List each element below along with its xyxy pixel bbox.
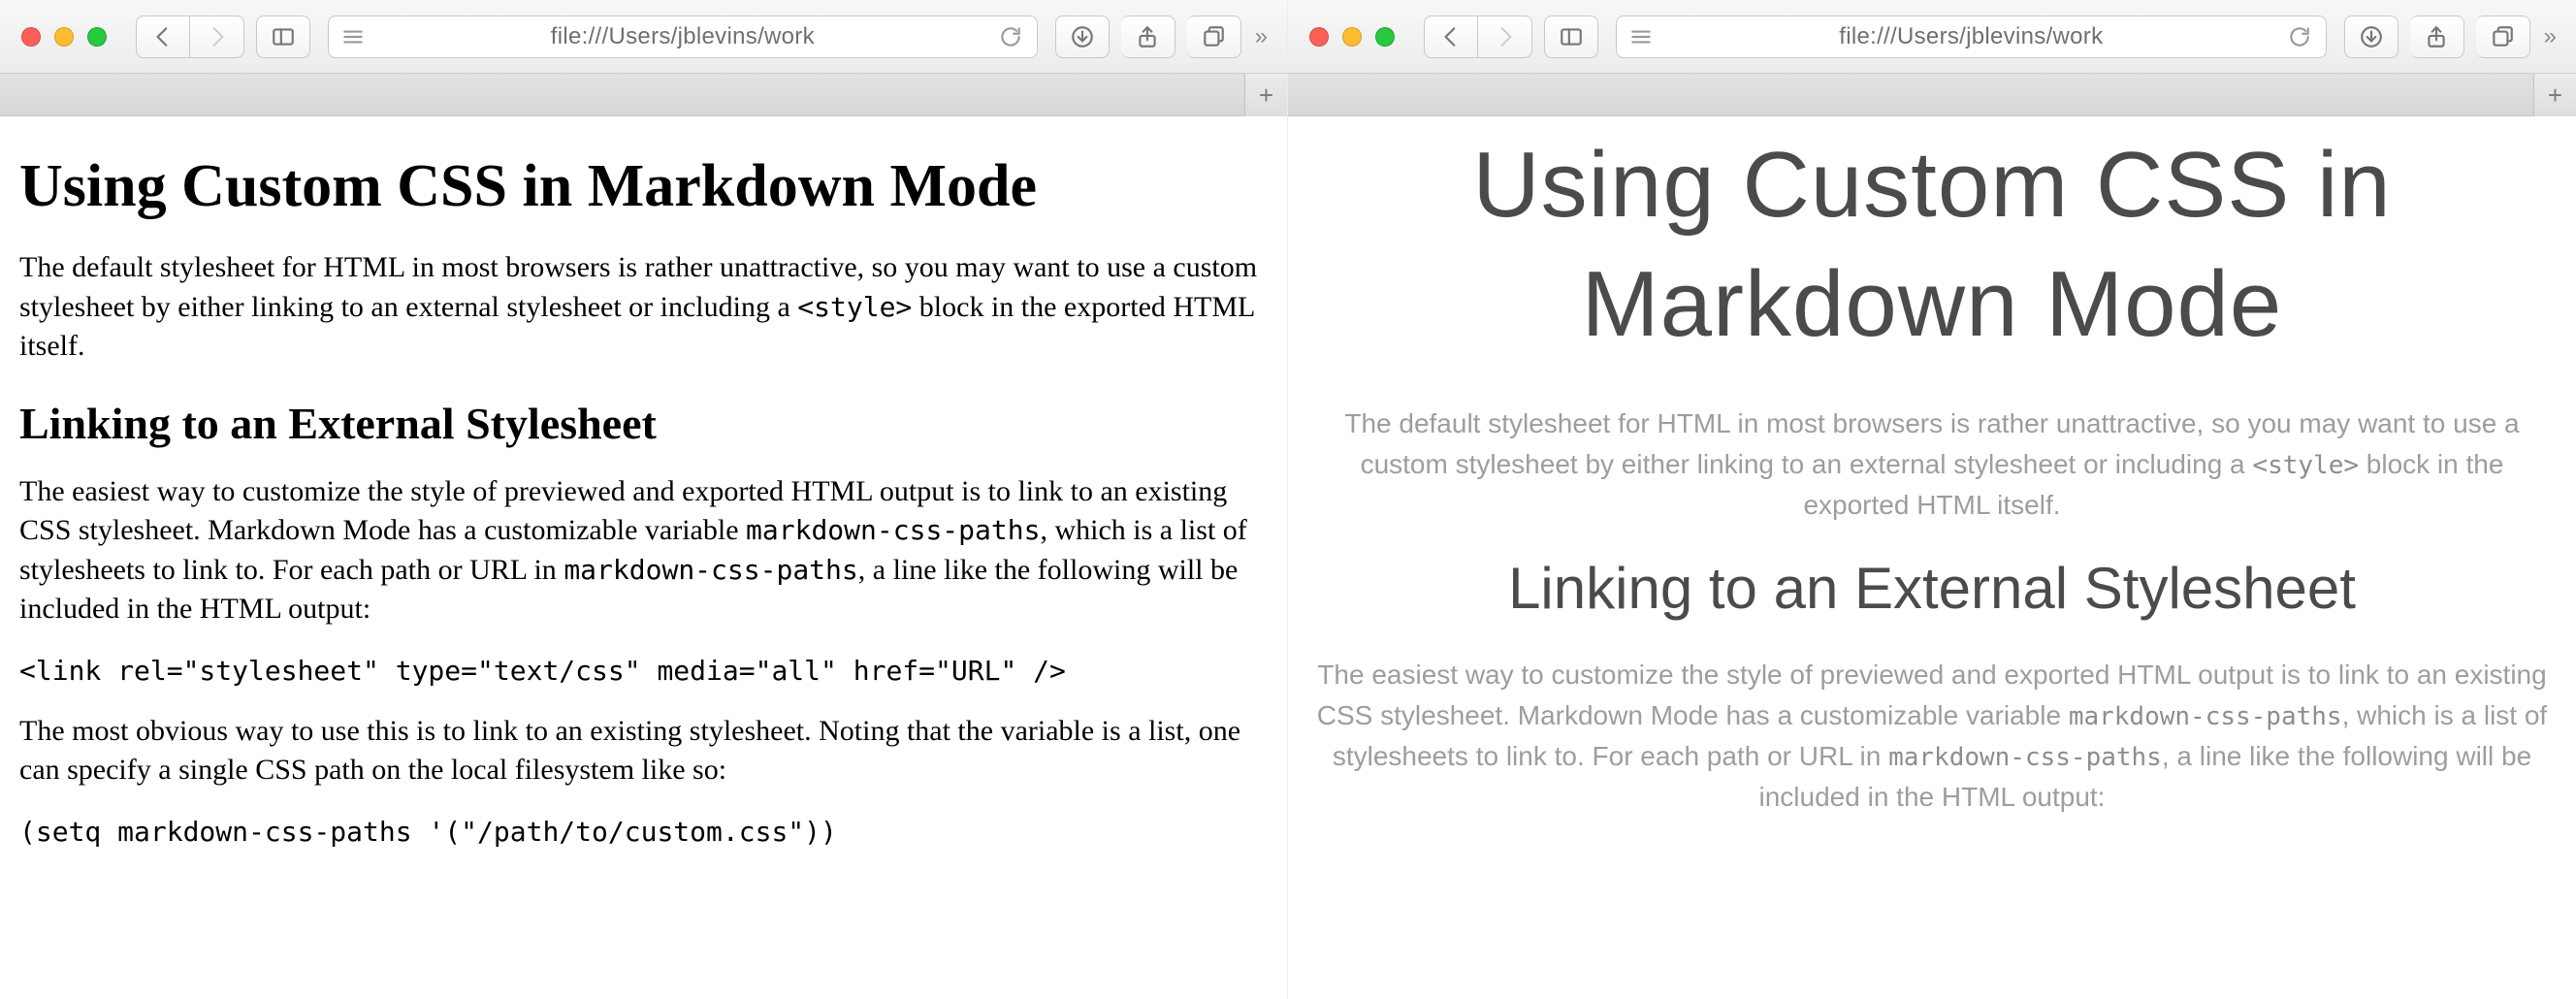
window-close-button[interactable] [1309, 27, 1329, 47]
linking-paragraph: The easiest way to customize the style o… [19, 472, 1264, 629]
forward-button[interactable] [1478, 16, 1532, 58]
toolbar: file:///Users/jblevins/work » [1288, 0, 2576, 74]
safari-window-right: file:///Users/jblevins/work » + Using Cu… [1288, 0, 2576, 999]
tab-strip: + [1288, 74, 2576, 116]
intro-paragraph: The default stylesheet for HTML in most … [19, 248, 1264, 367]
back-button[interactable] [1424, 16, 1478, 58]
downloads-button[interactable] [2344, 16, 2399, 58]
share-icon [1135, 24, 1160, 49]
sidebar-button[interactable] [256, 16, 310, 58]
share-button[interactable] [2410, 16, 2464, 58]
tabs-icon [1201, 24, 1226, 49]
forward-button[interactable] [190, 16, 244, 58]
page-title: Using Custom CSS in Markdown Mode [1305, 126, 2559, 365]
share-button[interactable] [1121, 16, 1175, 58]
inline-code-var1: markdown-css-paths [2069, 702, 2342, 731]
traffic-lights [1309, 27, 1395, 47]
sidebar-icon [271, 24, 296, 49]
inline-code-var2: markdown-css-paths [1888, 743, 2162, 772]
inline-code-var1: markdown-css-paths [746, 514, 1040, 546]
nav-buttons [136, 16, 244, 58]
downloads-button[interactable] [1055, 16, 1110, 58]
intro-paragraph: The default stylesheet for HTML in most … [1305, 403, 2559, 526]
window-minimize-button[interactable] [1342, 27, 1362, 47]
new-tab-button[interactable]: + [2533, 74, 2576, 116]
page-content-custom: Using Custom CSS in Markdown Mode The de… [1288, 116, 2576, 999]
chevron-right-icon [205, 24, 230, 49]
reload-icon[interactable] [998, 24, 1023, 49]
tabs-button[interactable] [2476, 16, 2530, 58]
sidebar-icon [1559, 24, 1584, 49]
share-icon [2424, 24, 2449, 49]
page-title: Using Custom CSS in Markdown Mode [19, 153, 1264, 219]
page-content-default: Using Custom CSS in Markdown Mode The de… [0, 116, 1287, 999]
tabs-button[interactable] [1187, 16, 1241, 58]
address-bar[interactable]: file:///Users/jblevins/work [1616, 16, 2327, 58]
reader-view-icon [1628, 24, 1654, 49]
inline-code-style: <style> [797, 291, 912, 323]
chevron-left-icon [150, 24, 176, 49]
code-block-link: <link rel="stylesheet" type="text/css" m… [19, 655, 1264, 687]
tabs-icon [2490, 24, 2515, 49]
reload-icon[interactable] [2287, 24, 2312, 49]
usage-paragraph: The most obvious way to use this is to l… [19, 712, 1264, 790]
linking-paragraph: The easiest way to customize the style o… [1305, 655, 2559, 818]
address-url: file:///Users/jblevins/work [1839, 23, 2103, 50]
chevron-left-icon [1438, 24, 1464, 49]
toolbar-overflow-button[interactable]: » [1253, 23, 1273, 50]
safari-window-left: file:///Users/jblevins/work » + Using Cu… [0, 0, 1288, 999]
chevron-right-icon [1493, 24, 1518, 49]
address-bar[interactable]: file:///Users/jblevins/work [328, 16, 1038, 58]
download-icon [2359, 24, 2384, 49]
window-zoom-button[interactable] [87, 27, 107, 47]
section-heading-linking: Linking to an External Stylesheet [1305, 555, 2559, 622]
window-close-button[interactable] [21, 27, 41, 47]
toolbar: file:///Users/jblevins/work » [0, 0, 1287, 74]
sidebar-button[interactable] [1544, 16, 1598, 58]
new-tab-button[interactable]: + [1244, 74, 1287, 116]
window-zoom-button[interactable] [1375, 27, 1395, 47]
inline-code-style: <style> [2252, 451, 2359, 480]
section-heading-linking: Linking to an External Stylesheet [19, 398, 1264, 449]
reader-view-icon [340, 24, 366, 49]
nav-buttons [1424, 16, 1532, 58]
toolbar-overflow-button[interactable]: » [2542, 23, 2562, 50]
download-icon [1070, 24, 1095, 49]
address-url: file:///Users/jblevins/work [551, 23, 815, 50]
back-button[interactable] [136, 16, 190, 58]
traffic-lights [21, 27, 107, 47]
code-block-setq: (setq markdown-css-paths '("/path/to/cus… [19, 816, 1264, 848]
inline-code-var2: markdown-css-paths [564, 554, 857, 586]
tab-strip: + [0, 74, 1287, 116]
window-minimize-button[interactable] [54, 27, 74, 47]
